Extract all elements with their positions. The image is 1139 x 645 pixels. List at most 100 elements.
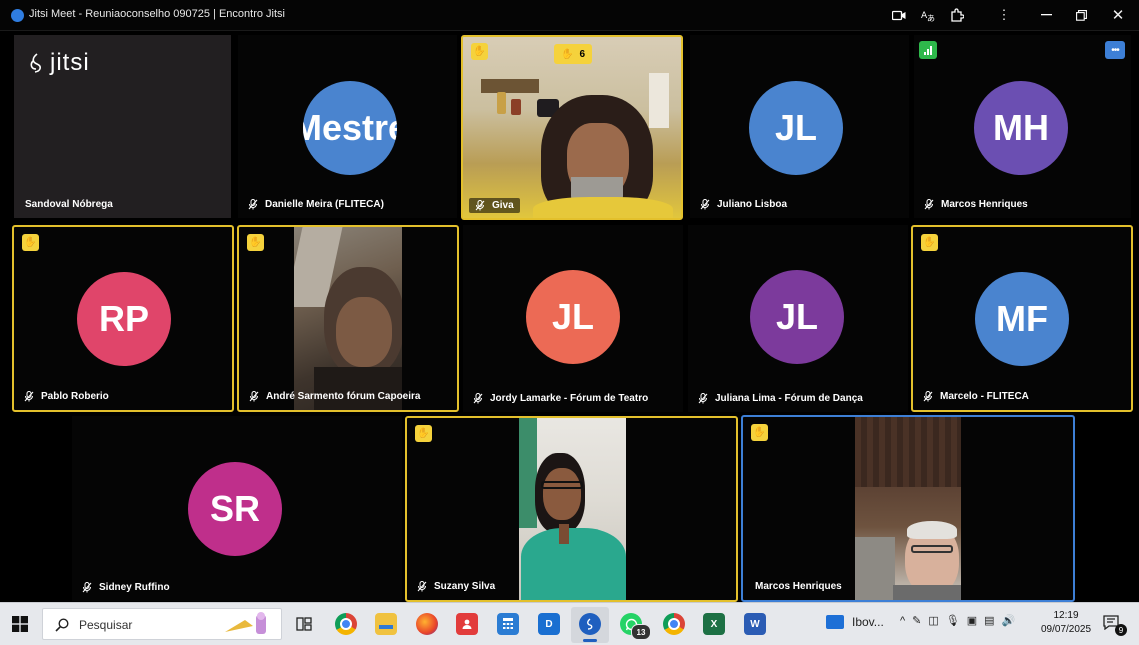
participant-name: Marcelo - FLITECA bbox=[923, 391, 1029, 402]
raised-hand-icon: ✋ bbox=[561, 48, 574, 60]
onscreen-display-icon[interactable]: ▣ bbox=[967, 614, 977, 627]
participant-avatar: Mestre bbox=[303, 81, 397, 175]
participant-video bbox=[855, 417, 961, 600]
file-explorer-icon[interactable] bbox=[375, 613, 397, 635]
close-icon[interactable]: ✕ bbox=[1105, 4, 1131, 26]
stock-chart-icon bbox=[826, 615, 844, 629]
participant-avatar: MH bbox=[974, 81, 1068, 175]
participant-name-label: Jordy Lamarke - Fórum de Teatro bbox=[490, 393, 649, 404]
extensions-icon[interactable] bbox=[944, 4, 970, 26]
muted-mic-icon bbox=[248, 199, 258, 210]
participant-name-label: Sandoval Nóbrega bbox=[25, 199, 113, 210]
participant-avatar: JL bbox=[750, 270, 844, 364]
whatsapp-icon[interactable]: 13 bbox=[620, 613, 651, 640]
excel-icon[interactable]: X bbox=[703, 613, 725, 635]
weather-label: Ibov... bbox=[852, 615, 884, 629]
taskbar: Pesquisar D 13 X W Ibov... ^ ✎ ◫ 🎙 ▣ ▤ 🔊… bbox=[0, 602, 1139, 645]
notifications-icon[interactable]: 9 bbox=[1103, 614, 1127, 636]
participant-tile[interactable]: ✋ André Sarmento fórum Capoeira bbox=[237, 225, 459, 412]
windows-start-icon[interactable] bbox=[12, 616, 28, 632]
raised-hands-count: 6 bbox=[579, 48, 586, 60]
participant-avatar: SR bbox=[188, 462, 282, 556]
raised-hand-icon: ✋ bbox=[751, 424, 768, 441]
restore-icon[interactable] bbox=[1068, 4, 1094, 26]
participant-name-label: Giva bbox=[492, 200, 514, 211]
menu-kebab-icon[interactable]: ⋮ bbox=[991, 4, 1017, 26]
camera-icon[interactable] bbox=[886, 4, 912, 26]
participant-name: Juliana Lima - Fórum de Dança bbox=[698, 393, 863, 404]
participant-tile[interactable]: jitsi Sandoval Nóbrega bbox=[14, 35, 231, 218]
svg-text:あ: あ bbox=[927, 14, 935, 22]
volume-icon[interactable]: 🔊 bbox=[1002, 614, 1016, 627]
task-view-icon[interactable] bbox=[296, 616, 312, 632]
whatsapp-badge: 13 bbox=[631, 624, 651, 640]
clock[interactable]: 12:19 09/07/2025 bbox=[1041, 609, 1091, 637]
system-tray: ^ ✎ ◫ 🎙 ▣ ▤ 🔊 bbox=[900, 614, 1016, 628]
muted-mic-icon bbox=[698, 393, 708, 404]
participant-name-label: Pablo Roberio bbox=[41, 391, 109, 402]
participant-name-label: Sidney Ruffino bbox=[99, 582, 170, 593]
muted-mic-icon bbox=[923, 391, 933, 402]
clock-time: 12:19 bbox=[1053, 610, 1079, 621]
pen-icon[interactable]: ✎ bbox=[912, 614, 921, 627]
notes-app-icon[interactable]: D bbox=[538, 613, 560, 635]
jitsi-watermark-text: jitsi bbox=[50, 49, 90, 76]
clock-date: 09/07/2025 bbox=[1041, 624, 1092, 635]
muted-mic-icon bbox=[249, 391, 259, 402]
participant-avatar: JL bbox=[526, 270, 620, 364]
raised-hands-counter[interactable]: ✋ 6 bbox=[554, 44, 593, 64]
jitsi-app-icon bbox=[579, 613, 601, 635]
taskbar-search-box[interactable]: Pesquisar bbox=[42, 608, 282, 640]
translate-icon[interactable]: Aあ bbox=[915, 4, 941, 26]
search-placeholder: Pesquisar bbox=[79, 618, 133, 632]
firefox-icon[interactable] bbox=[416, 613, 438, 635]
muted-mic-icon bbox=[475, 200, 485, 211]
calculator-icon[interactable] bbox=[497, 613, 519, 635]
participant-tile[interactable]: SR Sidney Ruffino bbox=[72, 416, 402, 601]
participant-avatar: JL bbox=[749, 81, 843, 175]
meeting-stage: jitsi Sandoval Nóbrega Mestre Danielle M… bbox=[0, 31, 1139, 602]
participant-tile[interactable]: ✋ ✋ 6 Giva bbox=[461, 35, 683, 220]
participant-name: Juliano Lisboa bbox=[700, 199, 787, 210]
meet-now-icon[interactable]: ◫ bbox=[928, 614, 938, 627]
muted-mic-icon bbox=[700, 199, 710, 210]
participant-name-label: Juliano Lisboa bbox=[717, 199, 788, 210]
participant-name-label: Marcos Henriques bbox=[755, 581, 842, 592]
participant-name: Danielle Meira (FLITECA) bbox=[248, 199, 384, 210]
connection-indicator[interactable] bbox=[919, 41, 937, 59]
chrome-icon[interactable] bbox=[335, 613, 357, 635]
muted-mic-icon bbox=[24, 391, 34, 402]
participant-avatar: RP bbox=[77, 272, 171, 366]
participant-tile[interactable]: ✋ Suzany Silva bbox=[405, 416, 738, 602]
participant-tile[interactable]: JL Jordy Lamarke - Fórum de Teatro bbox=[463, 225, 683, 412]
participant-video bbox=[294, 227, 402, 410]
participant-name: Sidney Ruffino bbox=[82, 582, 170, 593]
participant-name: Pablo Roberio bbox=[24, 391, 109, 402]
participant-tile[interactable]: ✋ MF Marcelo - FLITECA bbox=[911, 225, 1133, 412]
participant-tile[interactable]: JL Juliano Lisboa bbox=[690, 35, 909, 218]
search-icon bbox=[55, 618, 69, 632]
participant-video bbox=[463, 37, 681, 218]
chevron-up-icon[interactable]: ^ bbox=[900, 615, 905, 627]
participant-tile[interactable]: ✋ Marcos Henriques bbox=[741, 415, 1075, 602]
chrome-profile-icon[interactable] bbox=[663, 613, 685, 635]
participant-tile[interactable]: JL Juliana Lima - Fórum de Dança bbox=[688, 225, 908, 412]
minimize-icon[interactable] bbox=[1033, 4, 1059, 26]
participant-tile[interactable]: ✋ RP Pablo Roberio bbox=[12, 225, 234, 412]
network-icon[interactable]: ▤ bbox=[984, 614, 994, 627]
participant-tile[interactable]: Mestre Danielle Meira (FLITECA) bbox=[238, 35, 457, 218]
contacts-app-icon[interactable] bbox=[456, 613, 478, 635]
participant-name: Marcos Henriques bbox=[755, 581, 842, 592]
participant-video bbox=[519, 418, 626, 600]
jitsi-taskbar-item[interactable] bbox=[571, 607, 609, 643]
weather-widget[interactable]: Ibov... bbox=[826, 615, 884, 629]
participant-tile[interactable]: ••• MH Marcos Henriques bbox=[914, 35, 1131, 218]
microphone-icon[interactable]: 🎙 bbox=[946, 614, 960, 627]
participant-name-label: Marcos Henriques bbox=[941, 199, 1028, 210]
word-icon[interactable]: W bbox=[744, 613, 766, 635]
muted-mic-icon bbox=[924, 199, 934, 210]
jitsi-app-icon bbox=[11, 9, 24, 22]
more-options-icon[interactable]: ••• bbox=[1105, 41, 1125, 59]
raised-hand-icon: ✋ bbox=[415, 425, 432, 442]
participant-name: Jordy Lamarke - Fórum de Teatro bbox=[473, 393, 648, 404]
